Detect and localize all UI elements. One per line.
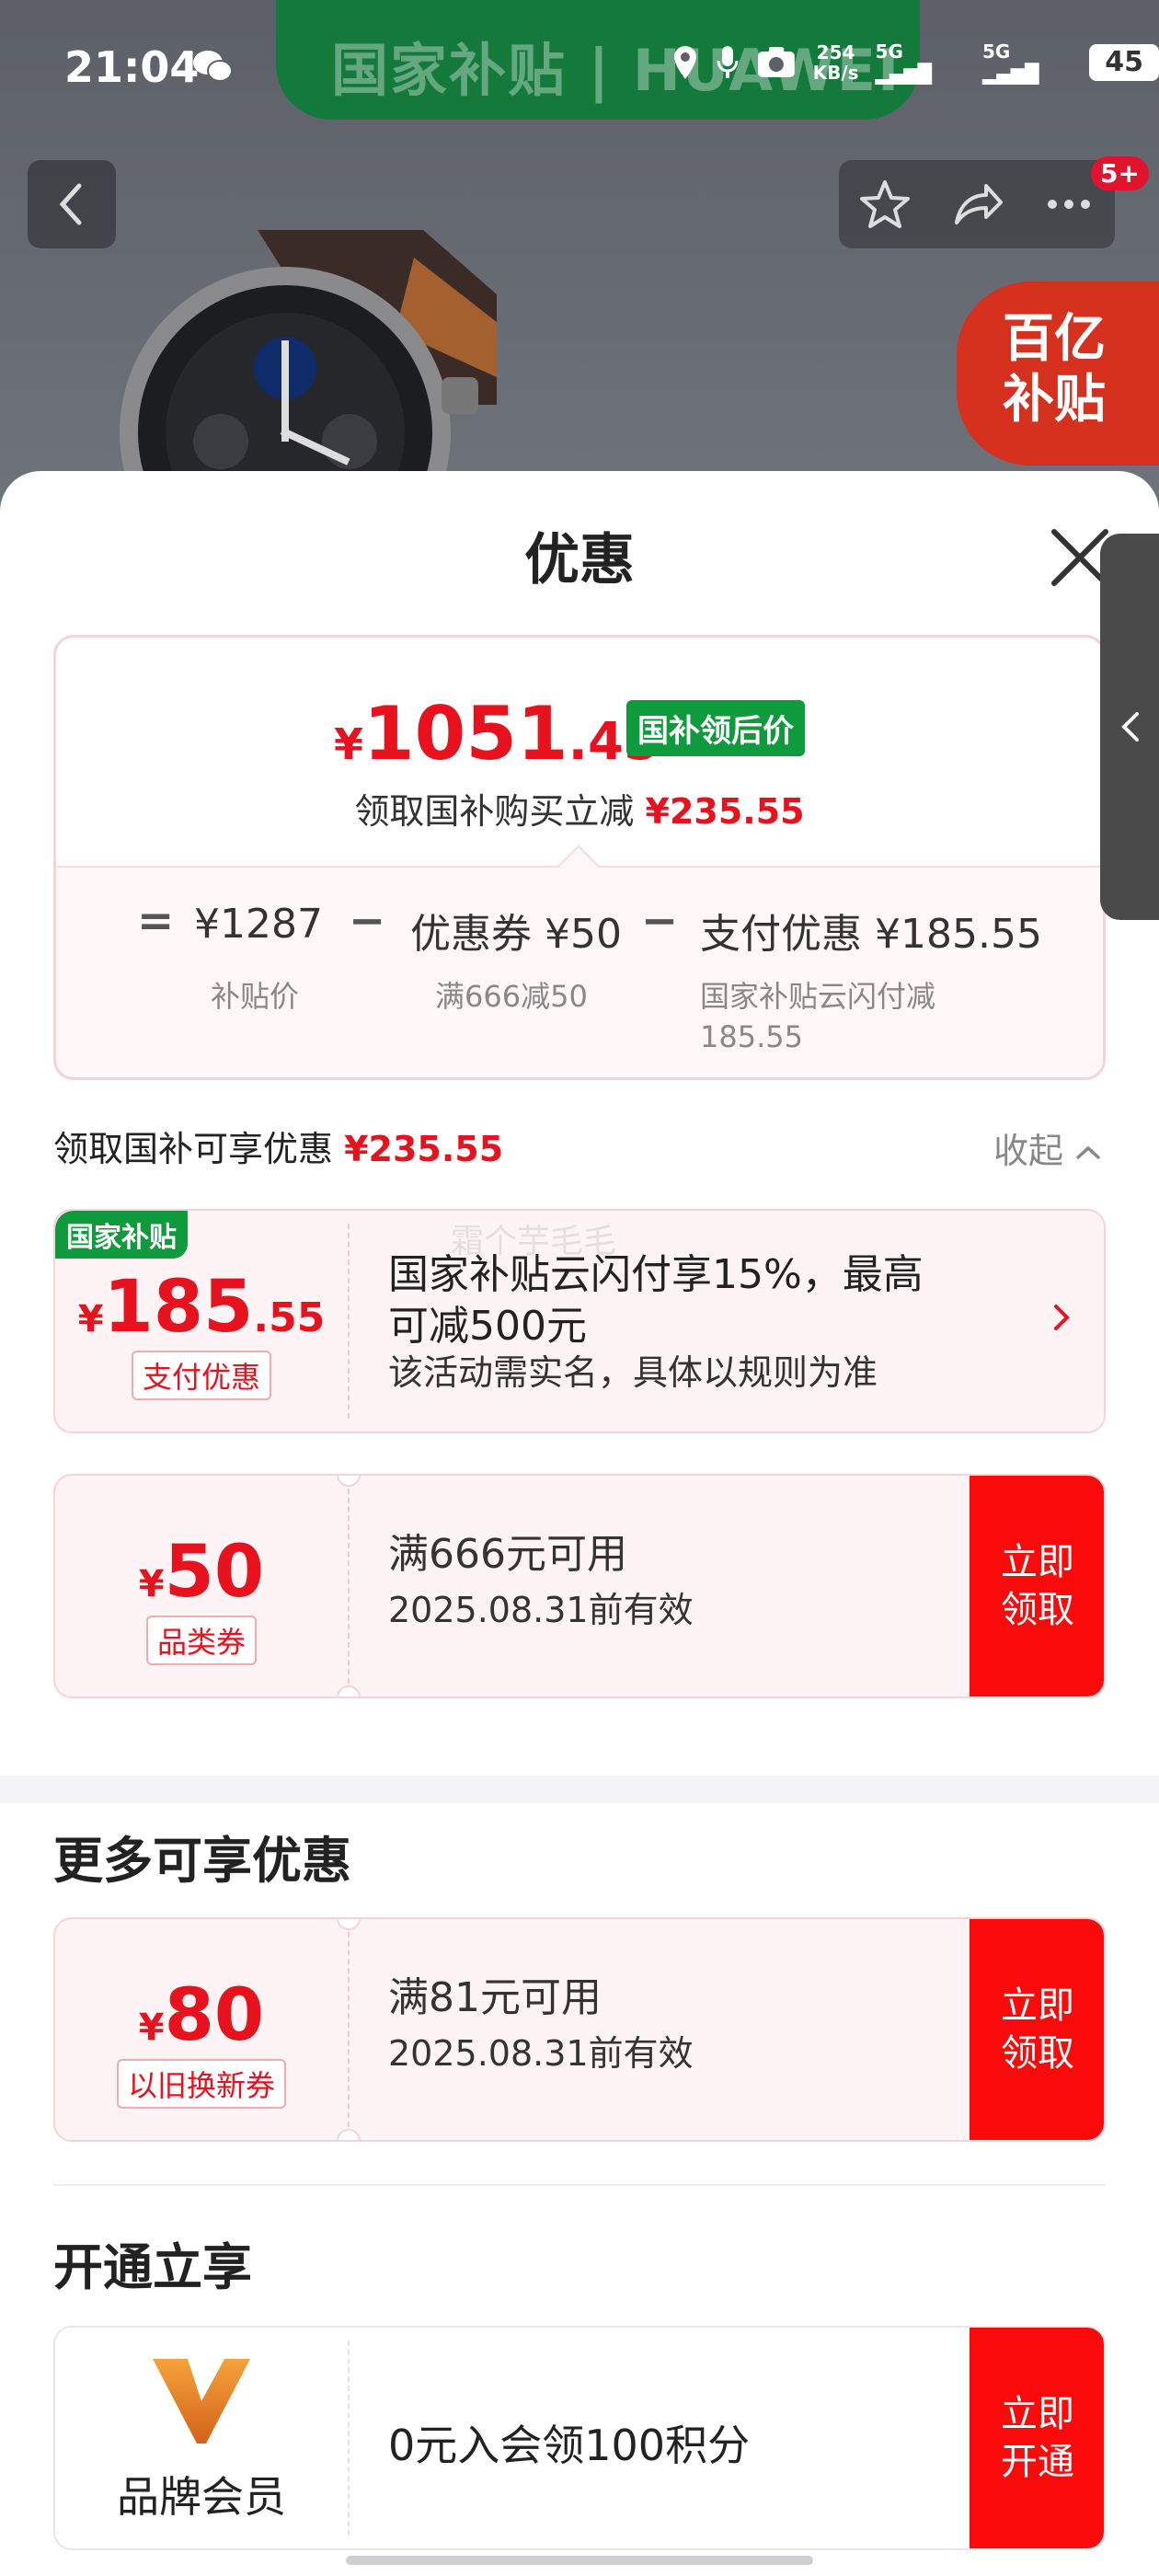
coupon-notch — [337, 1919, 361, 1930]
payment-discount: 支付优惠 ¥185.55 — [700, 911, 1042, 958]
coupon-type-tag: 品类券 — [55, 1616, 348, 1665]
brand-membership-card: 品牌会员 0元入会领100积分 立即 开通 — [53, 2326, 1106, 2550]
network-speed: 254 KB/s — [812, 41, 859, 84]
coupon-type-tag: 支付优惠 — [55, 1351, 348, 1400]
clock: 21:04 — [64, 42, 200, 92]
action-bar — [839, 160, 1115, 248]
category-coupon: ¥50 品类券 满666元可用 2025.08.31前有效 立即 领取 — [53, 1474, 1106, 1698]
coupon-divider — [348, 1489, 350, 1684]
price-summary: ¥1051.45 国补领后价 领取国补购买立减 ¥235.55 — [56, 638, 1103, 866]
coupon-title: 国家补贴云闪付享15%，最高可减500元 — [388, 1251, 924, 1350]
subsidy-badge[interactable]: 百亿 补贴 — [957, 282, 1159, 466]
location-icon — [673, 46, 696, 79]
coupon-validity: 2025.08.31前有效 — [388, 2033, 694, 2074]
divider — [53, 2184, 1106, 2186]
more-icon[interactable] — [1039, 175, 1098, 234]
watermark-text: 霜个芋毛毛 — [451, 1223, 617, 1260]
coupon-notch — [337, 1685, 361, 1696]
base-price: ¥1287 — [194, 901, 323, 948]
coupon-divider — [348, 1224, 350, 1419]
notification-badge: 5+ — [1091, 156, 1149, 190]
minus-sign: − — [641, 895, 679, 947]
price-reduction-text: 领取国补购买立减 ¥235.55 — [354, 791, 805, 832]
subsidy-section-label: 领取国补可享优惠 ¥235.55 — [53, 1129, 504, 1169]
section-divider — [0, 1776, 1159, 1803]
status-bar: 国家补贴 | HUAWEI 21:04 254 KB/s 5G ▂▄▆█ 5G … — [0, 0, 1159, 138]
payment-discount-note: 国家补贴云闪付减 185.55 — [700, 979, 936, 1054]
card-divider — [348, 2340, 350, 2536]
chevron-left-icon — [1121, 712, 1139, 742]
open-membership-heading: 开通立享 — [53, 2238, 252, 2296]
coupon-type-tag: 以旧换新券 — [55, 2059, 348, 2109]
coupon-discount: 优惠券 ¥50 — [410, 911, 622, 958]
national-subsidy-tag: 国家补贴 — [55, 1211, 188, 1259]
price-calculation: = ¥1287 补贴价 − 优惠券 ¥50 满666减50 − 支付优惠 ¥18… — [56, 866, 1103, 1077]
member-label: 品牌会员 — [117, 2472, 286, 2522]
coupon-validity: 2025.08.31前有效 — [388, 1590, 694, 1630]
coupon-amount: ¥185.55 — [77, 1266, 326, 1349]
home-indicator[interactable] — [346, 2556, 813, 2565]
open-membership-button[interactable]: 立即 开通 — [970, 2328, 1104, 2548]
coupon-title: 满81元可用 — [388, 1974, 602, 2021]
coupon-notch — [337, 2129, 361, 2140]
claim-button[interactable]: 立即 领取 — [970, 1919, 1104, 2140]
claim-button[interactable]: 立即 领取 — [970, 1476, 1104, 1696]
brand-v-logo-icon — [153, 2359, 250, 2444]
subsidy-price-tag: 国补领后价 — [626, 700, 805, 756]
price-breakdown-card: ¥1051.45 国补领后价 领取国补购买立减 ¥235.55 = ¥1287 … — [53, 635, 1106, 1080]
sheet-title: 优惠 — [524, 528, 635, 592]
chevron-up-icon — [1076, 1145, 1100, 1159]
coupon-notch — [337, 1476, 361, 1487]
back-button[interactable] — [28, 160, 116, 248]
share-icon[interactable] — [947, 175, 1006, 234]
chevron-right-icon[interactable] — [1043, 1299, 1080, 1336]
star-icon[interactable] — [855, 175, 914, 234]
more-discounts-heading: 更多可享优惠 — [53, 1832, 351, 1890]
chevron-left-icon — [59, 183, 82, 225]
coupon-subtitle: 该活动需实名，具体以规则为准 — [388, 1352, 878, 1393]
coupon-title: 满666元可用 — [388, 1531, 627, 1578]
member-offer: 0元入会领100积分 — [388, 2421, 751, 2470]
wechat-icon — [193, 51, 233, 82]
final-price: ¥1051.45 — [334, 691, 660, 776]
trade-in-coupon: ¥80 以旧换新券 满81元可用 2025.08.31前有效 立即 领取 — [53, 1917, 1106, 2142]
camera-icon — [757, 47, 795, 77]
signal-indicator-1: 5G ▂▄▆█ — [875, 40, 933, 85]
minus-sign: − — [349, 895, 386, 947]
signal-indicator-2: 5G ▂▄▆█ — [981, 40, 1039, 85]
collapse-toggle[interactable]: 收起 — [993, 1122, 1102, 1173]
microphone-icon — [717, 46, 739, 78]
equals-sign: = — [137, 895, 175, 947]
coupon-discount-note: 满666减50 — [435, 979, 588, 1014]
battery-indicator: 45 — [1089, 44, 1159, 81]
side-drawer-tab[interactable] — [1100, 534, 1159, 920]
coupon-amount: ¥80 — [138, 1974, 265, 2057]
coupon-divider — [348, 1932, 350, 2127]
base-price-label: 补贴价 — [211, 979, 300, 1014]
status-icons: 254 KB/s 5G ▂▄▆█ 5G ▂▄▆█ 45 — [671, 40, 1159, 85]
coupon-amount: ¥50 — [138, 1531, 265, 1614]
discount-sheet: 优惠 ¥1051.45 国补领后价 领取国补购买立减 ¥235.55 = ¥12… — [0, 471, 1159, 2576]
